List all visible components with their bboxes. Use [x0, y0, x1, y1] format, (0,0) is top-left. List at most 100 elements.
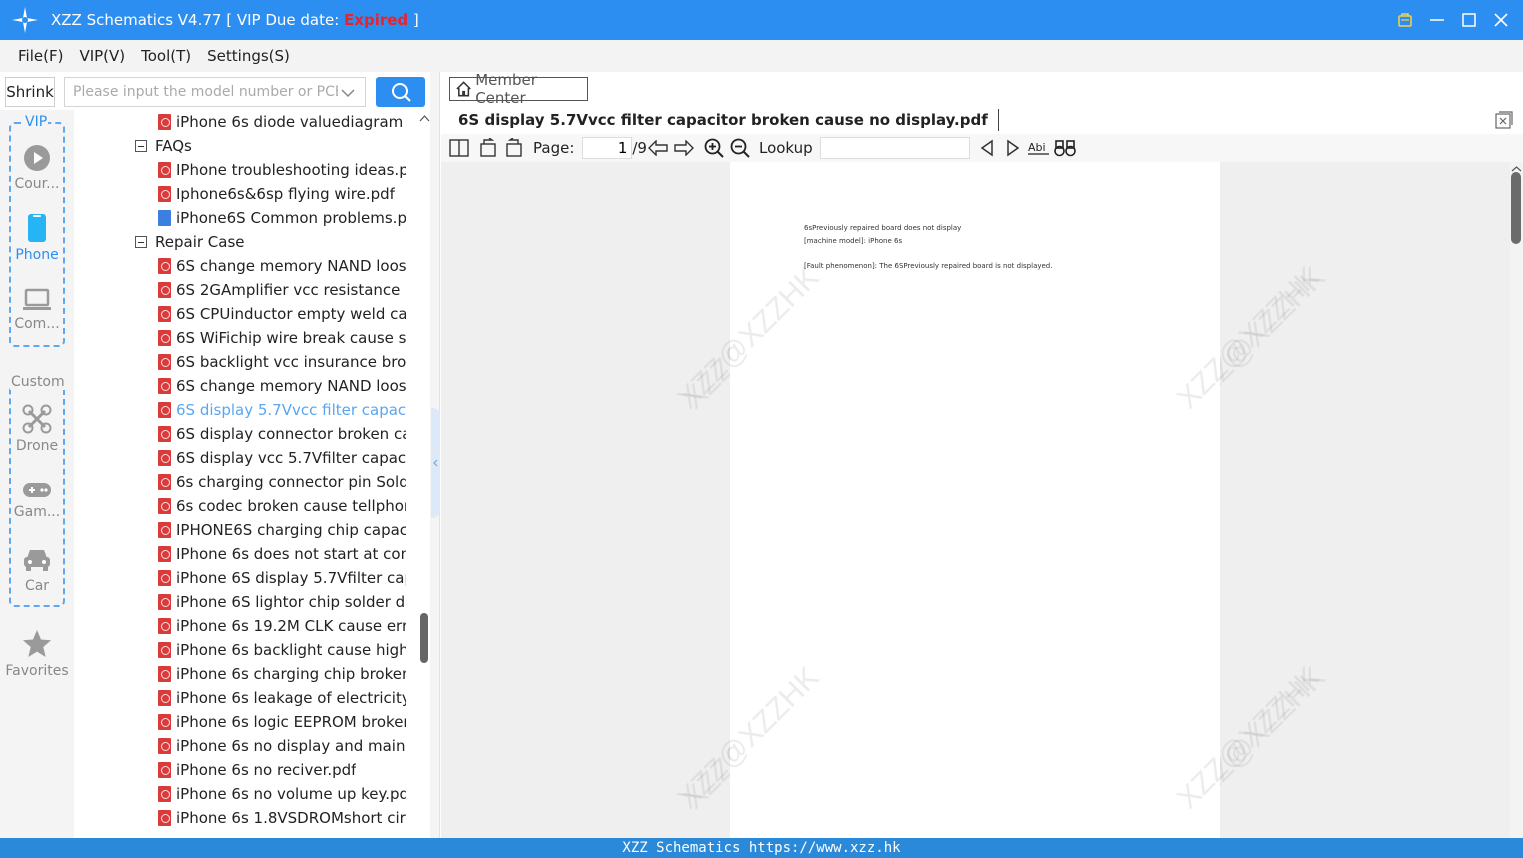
rail-item-courses[interactable]: Cour... — [0, 144, 74, 192]
pdf-file-icon — [158, 306, 171, 322]
sidebar-toggle-icon[interactable] — [448, 137, 470, 159]
viewer-scroll-thumb[interactable] — [1511, 172, 1521, 244]
tree-file-item[interactable]: iPhone 6s no volume up key.pdf — [158, 782, 406, 806]
tree-folder[interactable]: Repair Case — [135, 230, 245, 254]
viewer-scrollbar[interactable] — [1510, 162, 1523, 838]
pdf-file-icon — [158, 474, 171, 490]
rail-item-car[interactable]: Car — [0, 546, 74, 594]
tree-scroll-thumb[interactable] — [420, 613, 428, 663]
close-icon[interactable] — [1493, 12, 1509, 28]
tree-file-item[interactable]: iPhone 6s logic EEPROM broken c — [158, 710, 406, 734]
tree-file-item[interactable]: 6S display vcc 5.7Vfilter capacitor b — [158, 446, 406, 470]
page-number-input[interactable] — [582, 137, 633, 159]
tree-item-label: 6S 2GAmplifier vcc resistance corrc — [176, 281, 406, 299]
tree-file-item[interactable]: IPHONE6S charging chip capacitor — [158, 518, 406, 542]
chevron-down-icon[interactable] — [341, 86, 355, 100]
tree-file-item[interactable]: Iphone6s&6sp flying wire.pdf — [158, 182, 406, 206]
tree-file-item[interactable]: iPhone 6s 19.2M CLK cause error r — [158, 614, 406, 638]
tree-file-item[interactable]: iPhone 6s 1.8VSDROMshort circuit — [158, 806, 406, 830]
tree-file-item[interactable]: 6s charging connector pin Solder j — [158, 470, 406, 494]
vip-bag-icon[interactable] — [1397, 12, 1413, 28]
document-tab-title[interactable]: 6S display 5.7Vvcc filter capacitor brok… — [446, 109, 999, 131]
tree-scrollbar[interactable] — [419, 110, 430, 838]
zoom-out-icon[interactable] — [729, 137, 751, 159]
rotate-left-icon[interactable] — [477, 137, 499, 159]
member-center-button[interactable]: Member Center — [449, 71, 588, 107]
rail-item-favorites[interactable]: Favorites — [0, 629, 74, 679]
tree-file-item[interactable]: 6S 2GAmplifier vcc resistance corrc — [158, 278, 406, 302]
pdf-file-icon — [158, 642, 171, 658]
tree-item-label: iPhone 6s charging chip broken c — [176, 665, 406, 683]
tree-file-item[interactable]: IPhone troubleshooting ideas.pdf — [158, 158, 406, 182]
tree-file-item[interactable]: 6S WiFichip wire break cause sign — [158, 326, 406, 350]
menu-vip[interactable]: VIP(V) — [79, 47, 125, 65]
tree-file-item[interactable]: 6S display 5.7Vvcc filter capacitor b — [158, 398, 406, 422]
tree-item-label: iPhone 6S display 5.7Vfilter capacit — [176, 569, 406, 587]
tree-file-item[interactable]: iPhone 6s no display and maincar — [158, 734, 406, 758]
tree-file-item[interactable]: iPhone6S Common problems.pcb — [158, 206, 406, 230]
rail-item-games[interactable]: Gam... — [0, 480, 74, 520]
tree-item-label: Repair Case — [155, 233, 245, 251]
rail-item-drone[interactable]: Drone — [0, 404, 74, 454]
rail-item-label: Drone — [15, 438, 59, 454]
page-total: /9 — [632, 139, 647, 157]
tree-file-item[interactable]: iPhone 6s backlight cause high cu — [158, 638, 406, 662]
drone-icon — [22, 404, 52, 434]
menu-file[interactable]: File(F) — [18, 47, 63, 65]
collapse-panel-tab[interactable] — [431, 408, 440, 518]
pdf-file-icon — [158, 330, 171, 346]
tree-item-label: 6S backlight vcc insurance broken — [176, 353, 406, 371]
find-next-icon[interactable] — [1002, 137, 1024, 159]
tree-file-item[interactable]: 6S change memory NAND loose w — [158, 374, 406, 398]
tree-item-label: FAQs — [155, 137, 192, 155]
pdf-file-icon — [158, 546, 171, 562]
document-tab-bar: 6S display 5.7Vvcc filter capacitor brok… — [446, 106, 1523, 134]
pdf-file-icon — [158, 690, 171, 706]
scroll-up-icon[interactable] — [419, 114, 430, 124]
tree-folder[interactable]: FAQs — [135, 134, 192, 158]
rail-item-label: Com... — [14, 316, 60, 332]
panel-splitter[interactable] — [430, 72, 440, 838]
zoom-in-icon[interactable] — [703, 137, 725, 159]
model-search-input[interactable] — [73, 84, 338, 100]
page-label: Page: — [533, 139, 575, 157]
find-binoculars-icon[interactable] — [1053, 137, 1076, 159]
lookup-input[interactable] — [819, 137, 970, 159]
tree-file-item[interactable]: iPhone 6s leakage of electricity nc — [158, 686, 406, 710]
tree-file-item[interactable]: 6S backlight vcc insurance broken — [158, 350, 406, 374]
pdf-file-icon — [158, 810, 171, 826]
tree-file-item[interactable]: IPhone 6s does not start at constar — [158, 542, 406, 566]
search-button[interactable] — [376, 77, 425, 107]
title-text: XZZ Schematics V4.77 [ VIP Due date: — [51, 11, 345, 29]
close-document-icon[interactable] — [1495, 111, 1513, 129]
tree-file-item[interactable]: iPhone 6S display 5.7Vfilter capacit — [158, 566, 406, 590]
rail-item-computer[interactable]: Com... — [0, 288, 74, 332]
tree-file-item[interactable]: iPhone 6s no reciver.pdf — [158, 758, 406, 782]
pdf-file-icon — [158, 402, 171, 418]
search-icon — [391, 83, 411, 102]
previous-page-icon[interactable] — [647, 137, 669, 159]
collapse-icon[interactable] — [135, 236, 147, 248]
tree-file-item[interactable]: 6S change memory NAND loose w — [158, 254, 406, 278]
tree-file-item[interactable]: iPhone 6s charging chip broken c — [158, 662, 406, 686]
pdf-viewer[interactable]: XZZ@XZZHK XZZ@XZZHK XZZ@XZZHK XZZ@XZZHK … — [441, 162, 1510, 838]
tree-item-label: 6S change memory NAND loose w — [176, 257, 406, 275]
tree-file-item[interactable]: 6s codec broken cause tellphone r — [158, 494, 406, 518]
collapse-icon[interactable] — [135, 140, 147, 152]
menu-settings[interactable]: Settings(S) — [207, 47, 290, 65]
menu-tool[interactable]: Tool(T) — [141, 47, 191, 65]
maximize-icon[interactable] — [1461, 12, 1477, 28]
match-case-icon[interactable]: Abi — [1027, 137, 1050, 159]
page-text-line: [Fault phenomenon]: The 6SPreviously rep… — [804, 262, 1053, 270]
minimize-icon[interactable] — [1429, 12, 1445, 28]
find-previous-icon[interactable] — [976, 137, 998, 159]
rotate-right-icon[interactable] — [503, 137, 525, 159]
tree-file-item[interactable]: 6S display connector broken cause — [158, 422, 406, 446]
next-page-icon[interactable] — [673, 137, 695, 159]
rail-item-phone[interactable]: Phone — [0, 213, 74, 263]
tree-item-label: iPhone 6s 19.2M CLK cause error r — [176, 617, 406, 635]
tree-file-item[interactable]: 6S CPUinductor empty weld cause — [158, 302, 406, 326]
tree-file-item[interactable]: iPhone 6S lightor chip solder dot c — [158, 590, 406, 614]
shrink-button[interactable]: Shrink — [5, 77, 55, 107]
tree-file-item[interactable]: iPhone 6s diode valuediagram dia — [158, 110, 406, 134]
